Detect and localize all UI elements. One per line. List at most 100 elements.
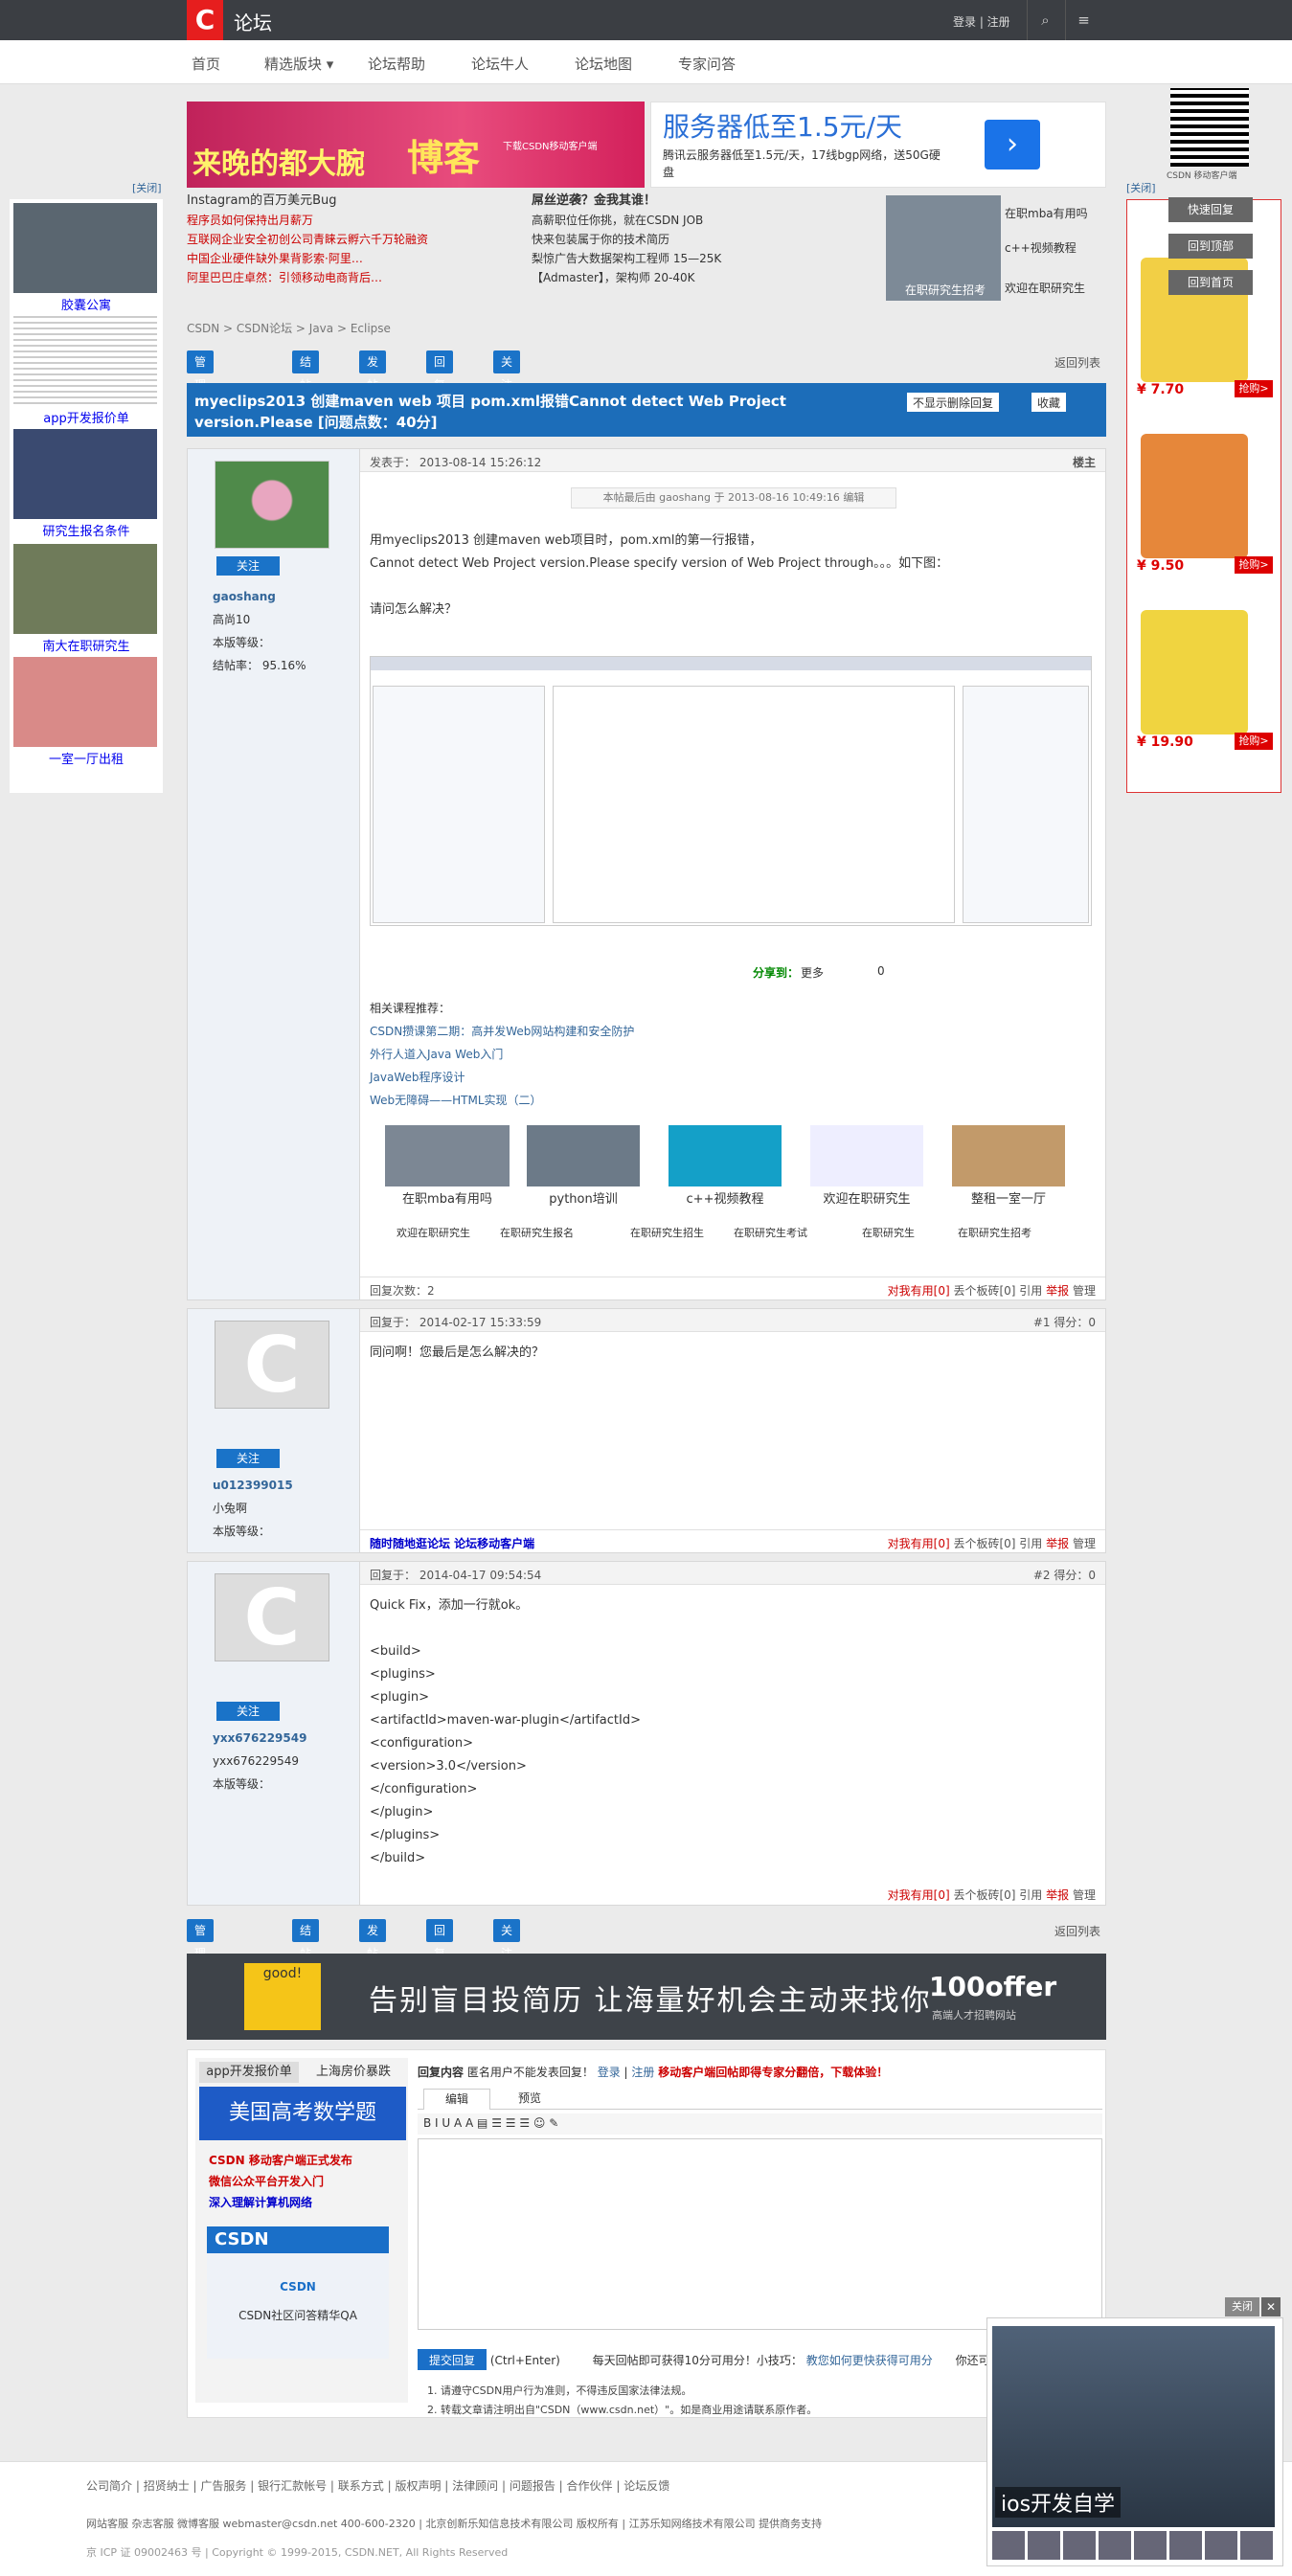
tag-link[interactable]: 在职研究生报名 xyxy=(500,1225,574,1240)
popup-close-button[interactable]: 关闭 xyxy=(1225,2297,1259,2316)
buy-button[interactable]: 抢购> xyxy=(1235,380,1273,397)
breadcrumb[interactable]: CSDN > CSDN论坛 > Java > Eclipse xyxy=(187,320,391,336)
avatar[interactable]: C xyxy=(215,1573,329,1662)
menu-icon[interactable]: ≡ xyxy=(1065,0,1101,40)
nav-home[interactable]: 首页 xyxy=(192,54,220,74)
ad-text[interactable]: 欢迎在职研究生 xyxy=(1005,280,1085,296)
search-icon[interactable]: ⌕ xyxy=(1027,0,1063,40)
link[interactable]: 中国企业硬件缺外果背影索·阿里… xyxy=(187,249,428,268)
close-thread-button[interactable]: 结帖 xyxy=(292,1919,320,1960)
reply-textarea[interactable] xyxy=(418,2138,1102,2330)
reply-button[interactable]: 回复 xyxy=(426,350,454,392)
close-right-ad[interactable]: [关闭] xyxy=(1126,180,1156,195)
nav-qa[interactable]: 专家问答 xyxy=(678,54,736,74)
link[interactable]: Instagram的百万美元Bug xyxy=(187,192,428,211)
thumb-caption[interactable]: 在职mba有用吗 xyxy=(385,1188,510,1207)
link[interactable]: 高薪职位任你挑，就在CSDN JOB xyxy=(532,211,721,230)
thumb-caption[interactable]: c++视频教程 xyxy=(669,1188,782,1207)
nav-map[interactable]: 论坛地图 xyxy=(575,54,632,74)
product-image[interactable] xyxy=(1141,610,1248,734)
favorite-button[interactable]: 收藏 xyxy=(1031,393,1067,412)
useful-button[interactable]: 对我有用[0] xyxy=(888,1284,950,1298)
link[interactable]: 阿里巴巴庄卓然：引领移动电商背后… xyxy=(187,268,428,287)
mobile-notice[interactable]: 移动客户端回帖即得专家分翻倍，下载体验！ xyxy=(658,2066,888,2079)
buy-button[interactable]: 抢购> xyxy=(1235,556,1273,574)
100offer-banner[interactable]: good! 告别盲目投简历 让海量好机会主动来找你 100offer 高端人才招… xyxy=(187,1954,1106,2040)
popup-ad[interactable]: 关闭 ✕ ios开发自学 xyxy=(986,2297,1283,2566)
manage-menu-button[interactable]: 管理菜单 ▾ xyxy=(187,350,215,461)
ad-photo[interactable] xyxy=(13,657,157,747)
link[interactable]: 快来包装属于你的技术简历 xyxy=(532,230,721,249)
qr-code[interactable] xyxy=(1170,88,1249,167)
buy-button[interactable]: 抢购> xyxy=(1235,733,1273,750)
report-button[interactable]: 举报 xyxy=(1046,1284,1069,1298)
hide-deleted-select[interactable]: 不显示删除回复 xyxy=(907,393,1000,412)
footer-link[interactable]: 版权声明 xyxy=(395,2479,441,2493)
ad-text[interactable]: c++视频教程 xyxy=(1005,239,1077,256)
quote-button[interactable]: 引用 xyxy=(1019,1888,1042,1902)
popup-thumbs[interactable] xyxy=(992,2531,1275,2560)
brick-button[interactable]: 丢个板砖[0] xyxy=(953,1284,1015,1298)
manage-button[interactable]: 管理 xyxy=(1073,1888,1096,1902)
csdn-qa-logo[interactable]: CSDN xyxy=(207,2226,389,2253)
tag-link[interactable]: 在职研究生考试 xyxy=(734,1225,807,1240)
tag-link[interactable]: 在职研究生 xyxy=(862,1225,915,1240)
username[interactable]: yxx676229549 xyxy=(213,1727,306,1750)
thumb-img[interactable] xyxy=(810,1125,923,1186)
follow-button[interactable]: 关注 xyxy=(493,350,521,392)
footer-link[interactable]: 问题报告 xyxy=(510,2479,555,2493)
promo-link[interactable]: 微信公众平台开发入门 xyxy=(209,2171,352,2192)
product-image[interactable] xyxy=(1141,434,1248,558)
ad-photo[interactable] xyxy=(13,544,157,634)
nav-experts[interactable]: 论坛牛人 xyxy=(471,54,529,74)
footer-link[interactable]: 银行汇款帐号 xyxy=(258,2479,327,2493)
footer-link[interactable]: 法律顾问 xyxy=(452,2479,498,2493)
footer-link[interactable]: 合作伙伴 xyxy=(567,2479,613,2493)
tip-link[interactable]: 教您如何更快获得可用分 xyxy=(806,2354,933,2367)
ad-caption[interactable]: app开发报价单 xyxy=(10,408,163,426)
ad-caption[interactable]: 胶囊公寓 xyxy=(10,295,163,313)
thumb-img[interactable] xyxy=(385,1125,510,1186)
quote-button[interactable]: 引用 xyxy=(1019,1537,1042,1550)
ad2-arrow-button[interactable]: › xyxy=(985,120,1040,169)
thumb-caption[interactable]: 欢迎在职研究生 xyxy=(810,1188,923,1207)
quick-reply-button[interactable]: 快速回复 xyxy=(1168,197,1253,222)
quote-button[interactable]: 引用 xyxy=(1019,1284,1042,1298)
csdn-logo[interactable]: C xyxy=(187,0,223,40)
thumb-img[interactable] xyxy=(527,1125,640,1186)
brick-button[interactable]: 丢个板砖[0] xyxy=(953,1537,1015,1550)
ad-photo[interactable] xyxy=(13,203,157,293)
ad-photo[interactable] xyxy=(13,314,157,404)
course-link[interactable]: JavaWeb程序设计 xyxy=(370,1066,634,1089)
thumb-img[interactable] xyxy=(952,1125,1065,1186)
ad-caption[interactable]: 研究生报名条件 xyxy=(10,521,163,539)
submit-reply-button[interactable]: 提交回复 xyxy=(418,2349,487,2370)
link[interactable]: 互联网企业安全初创公司青睐云孵六千万轮融资 xyxy=(187,230,428,249)
promo-link[interactable]: CSDN 移动客户端正式发布 xyxy=(209,2150,352,2171)
new-post-button[interactable]: 发帖 xyxy=(359,1919,387,1960)
mobile-client-link[interactable]: 随时随地逛论坛 论坛移动客户端 xyxy=(370,1537,534,1550)
new-post-button[interactable]: 发帖 xyxy=(359,350,387,392)
username[interactable]: gaoshang xyxy=(213,585,306,608)
links-image-ad[interactable]: 在职研究生招考 在职mba有用吗 c++视频教程 欢迎在职研究生 xyxy=(886,195,1106,306)
avatar[interactable]: C xyxy=(215,1321,329,1410)
tag-link[interactable]: 在职研究生招考 xyxy=(958,1225,1031,1240)
nav-boards[interactable]: 精选版块 ▾ xyxy=(264,54,333,74)
csdn-app-ad[interactable]: 来晚的都大腕 博客 下载CSDN移动客户端 xyxy=(187,102,645,188)
footer-link[interactable]: 联系方式 xyxy=(338,2479,384,2493)
follow-button[interactable]: 关注 xyxy=(493,1919,521,1960)
back-to-home-button[interactable]: 回到首页 xyxy=(1168,270,1253,295)
login-link[interactable]: 登录 xyxy=(598,2066,621,2079)
link[interactable]: 屌丝逆袭？金我其谁！ xyxy=(532,192,721,211)
side-tab[interactable]: 上海房价暴跌 xyxy=(303,2062,404,2083)
manage-menu-button[interactable]: 管理菜单 ▾ xyxy=(187,1919,215,2029)
screenshot-image[interactable] xyxy=(370,656,1092,926)
thumb-caption[interactable]: 整租一室一厅 xyxy=(952,1188,1065,1207)
ad-text[interactable]: 在职mba有用吗 xyxy=(1005,205,1088,221)
thumb-img[interactable] xyxy=(669,1125,782,1186)
useful-button[interactable]: 对我有用[0] xyxy=(888,1888,950,1902)
reply-button[interactable]: 回复 xyxy=(426,1919,454,1960)
close-icon[interactable]: ✕ xyxy=(1261,2297,1281,2316)
promo-image[interactable]: 美国高考数学题 xyxy=(199,2087,406,2140)
course-link[interactable]: 外行人道入Java Web入门 xyxy=(370,1043,634,1066)
